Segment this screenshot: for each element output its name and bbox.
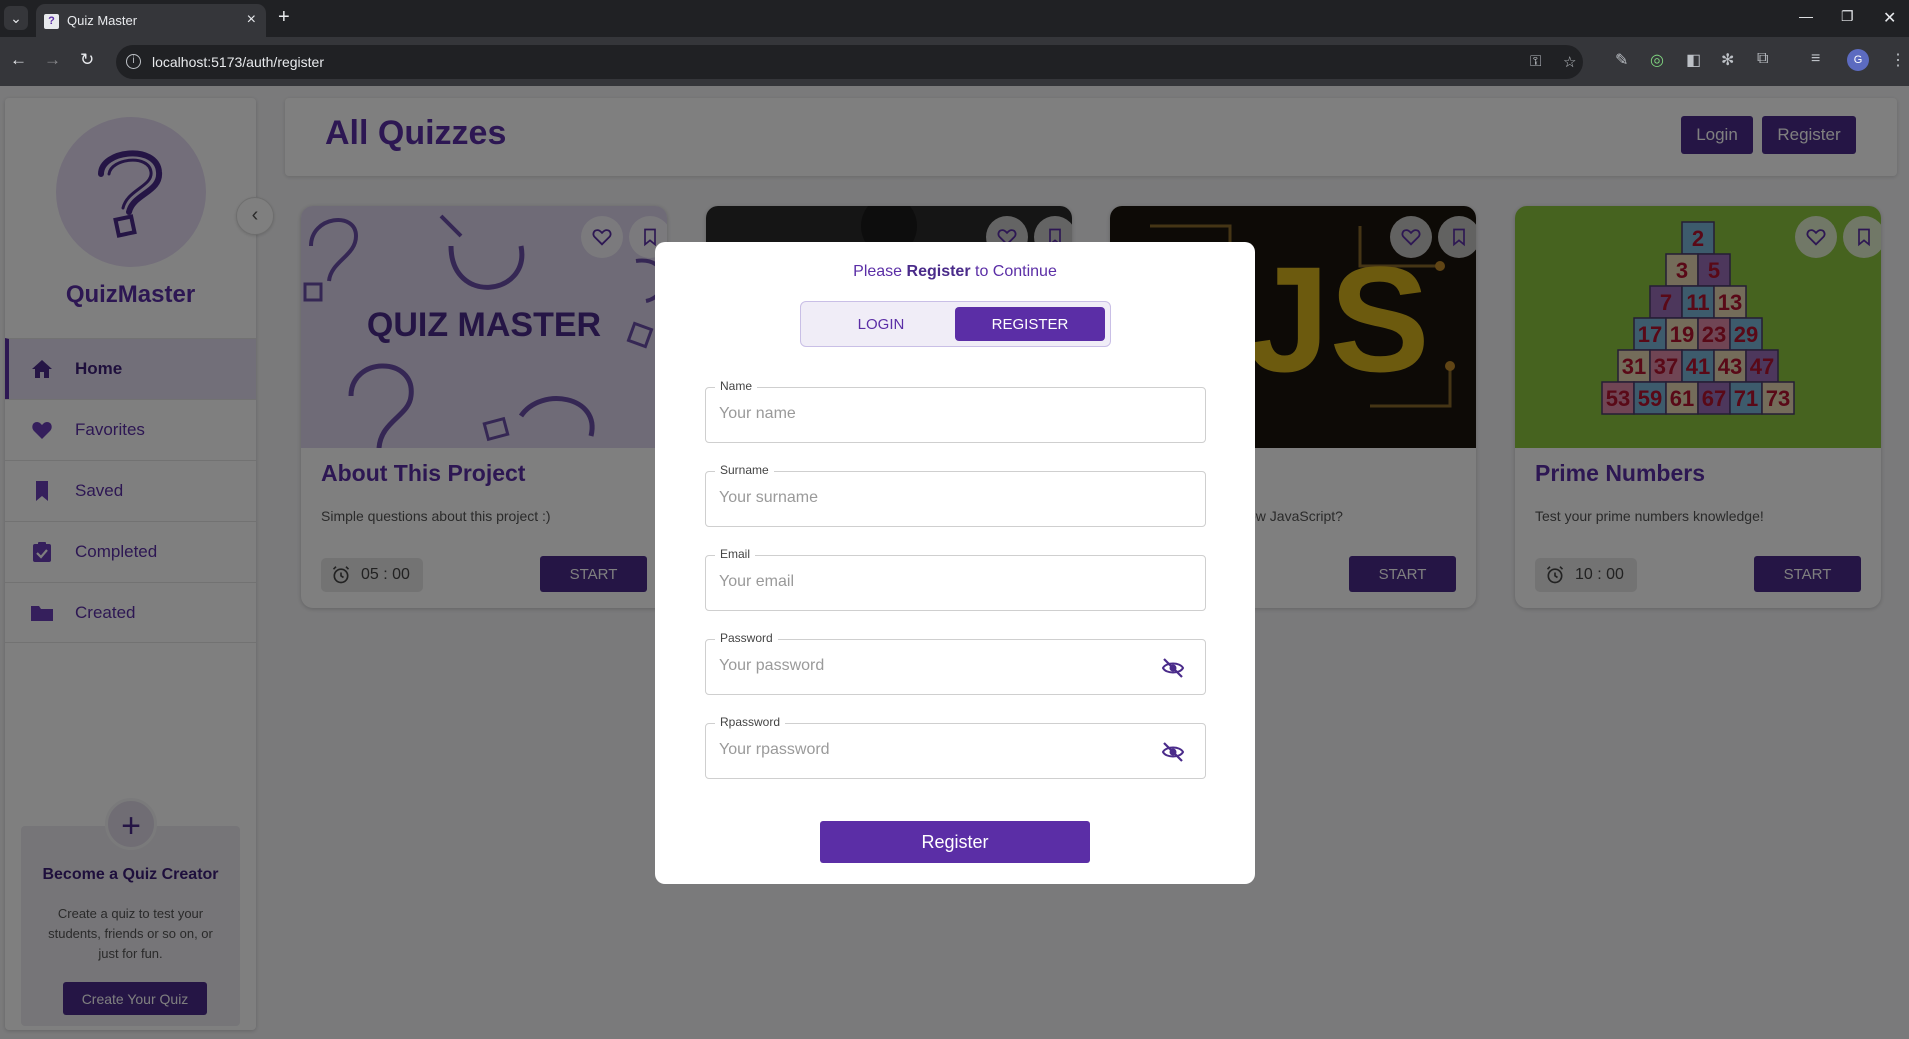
- email-field: Email: [705, 547, 1206, 611]
- surname-field: Surname: [705, 463, 1206, 527]
- heading-suffix: to Continue: [970, 263, 1057, 280]
- field-label: Surname: [715, 463, 774, 477]
- tab-close-icon[interactable]: ×: [247, 11, 256, 29]
- name-field: Name: [705, 379, 1206, 443]
- field-label: Rpassword: [715, 715, 786, 729]
- eye-slash-icon[interactable]: [1161, 741, 1185, 768]
- heading-prefix: Please: [853, 263, 907, 280]
- extension-c-icon[interactable]: ◧: [1686, 50, 1701, 70]
- minimize-icon[interactable]: —: [1799, 8, 1813, 24]
- repeat-password-field: Rpassword: [705, 715, 1206, 779]
- address-bar[interactable]: i localhost:5173/auth/register ⚿ ☆: [116, 45, 1583, 79]
- browser-tab[interactable]: ? Quiz Master ×: [36, 4, 266, 37]
- new-tab-icon[interactable]: +: [278, 6, 290, 29]
- browser-tab-strip: ⌄ ? Quiz Master × + — ❐ ✕: [0, 0, 1909, 37]
- extensions-puzzle-icon[interactable]: ⧉: [1757, 50, 1768, 68]
- extension-bug-icon[interactable]: ✻: [1721, 50, 1734, 70]
- tab-register[interactable]: REGISTER: [955, 307, 1105, 341]
- restore-icon[interactable]: ❐: [1841, 8, 1854, 25]
- field-label: Password: [715, 631, 778, 645]
- bookmark-star-icon[interactable]: ☆: [1563, 53, 1576, 71]
- url-text[interactable]: localhost:5173/auth/register: [152, 54, 324, 70]
- tab-title: Quiz Master: [67, 13, 138, 28]
- heading-emphasis: Register: [906, 263, 971, 280]
- register-submit-button[interactable]: Register: [820, 821, 1090, 863]
- name-input[interactable]: [719, 405, 1149, 423]
- auth-mode-toggle: LOGIN REGISTER: [800, 301, 1111, 347]
- surname-input[interactable]: [719, 489, 1149, 507]
- menu-kebab-icon[interactable]: ⋮: [1890, 50, 1906, 70]
- field-label: Name: [715, 379, 758, 393]
- back-icon[interactable]: ←: [10, 50, 27, 70]
- password-input[interactable]: [719, 657, 1149, 675]
- eyedropper-icon[interactable]: ✎: [1615, 50, 1628, 70]
- close-window-icon[interactable]: ✕: [1883, 8, 1896, 28]
- tab-search-chevron-icon[interactable]: ⌄: [4, 6, 28, 30]
- email-input[interactable]: [719, 573, 1149, 591]
- extension-circle-icon[interactable]: ◎: [1650, 50, 1664, 70]
- register-dialog: Please Register to Continue LOGIN REGIST…: [655, 242, 1255, 884]
- dialog-heading: Please Register to Continue: [655, 263, 1255, 281]
- password-key-icon[interactable]: ⚿: [1530, 53, 1541, 70]
- password-field: Password: [705, 631, 1206, 695]
- repeat-password-input[interactable]: [719, 741, 1149, 759]
- browser-toolbar: ← → ↻ i localhost:5173/auth/register ⚿ ☆…: [0, 37, 1909, 86]
- reading-list-icon[interactable]: ≡: [1811, 50, 1820, 68]
- favicon-icon: ?: [44, 14, 59, 29]
- reload-icon[interactable]: ↻: [80, 50, 94, 70]
- profile-avatar[interactable]: G: [1847, 49, 1869, 71]
- forward-icon[interactable]: →: [44, 50, 61, 70]
- tab-login[interactable]: LOGIN: [806, 307, 956, 341]
- field-label: Email: [715, 547, 756, 561]
- eye-slash-icon[interactable]: [1161, 657, 1185, 684]
- site-info-icon[interactable]: i: [126, 54, 141, 69]
